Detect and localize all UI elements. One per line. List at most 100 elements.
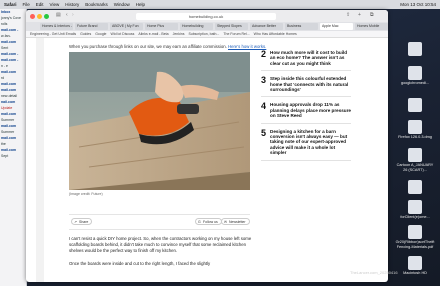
desktop-file-label: Cartoon A_JANUARY 26 (SCART)... bbox=[396, 163, 434, 172]
safari-window: ▤ ‹ › homebuilding.co.uk ⇪ + ⧉ Homes & I… bbox=[26, 10, 388, 282]
bookmark-item[interactable]: Wid lot Discuss bbox=[111, 31, 135, 37]
desktop-file-label: Macintosh HD bbox=[403, 271, 427, 275]
bookmark-item[interactable]: Jenkins bbox=[173, 31, 185, 37]
file-icon bbox=[408, 42, 422, 56]
window-titlebar: ▤ ‹ › homebuilding.co.uk ⇪ + ⧉ bbox=[26, 10, 388, 22]
hero-image bbox=[69, 52, 250, 190]
file-icon bbox=[408, 256, 422, 270]
related-article-title[interactable]: How much more will it cost to build an e… bbox=[270, 50, 351, 66]
page-left-gutter bbox=[36, 38, 44, 282]
image-caption: (Image credit: Future) bbox=[69, 192, 103, 196]
related-article-item[interactable]: 5 Designing a kitchen for a barn conversi… bbox=[261, 127, 351, 161]
related-article-item[interactable]: 2 How much more will it cost to build an … bbox=[261, 49, 351, 72]
menu-help[interactable]: Help bbox=[136, 2, 145, 7]
desktop-file-icon[interactable]: Macintosh HD bbox=[395, 256, 435, 276]
desktop-file-label: forClient(e)ome... bbox=[400, 215, 430, 219]
related-article-number: 4 bbox=[261, 101, 267, 112]
file-icon bbox=[408, 66, 422, 80]
browser-tab[interactable]: Homes & Interiors - Homes bbox=[40, 23, 73, 30]
desktop-file-icon[interactable] bbox=[395, 98, 435, 113]
google-icon: G bbox=[198, 219, 201, 224]
desktop-file-icon[interactable]: forClient(e)ome... bbox=[395, 200, 435, 220]
follow-us-button[interactable]: G Follow us bbox=[195, 218, 222, 225]
file-icon bbox=[408, 200, 422, 214]
related-articles-list: 2 How much more will it cost to build an … bbox=[261, 49, 351, 166]
bookmark-item[interactable]: Google bbox=[95, 31, 106, 37]
share-row: ↗ Share G Follow us ✉ Newsletter bbox=[69, 214, 250, 230]
browser-tab[interactable]: Apple Mac bbox=[320, 23, 353, 30]
menu-file[interactable]: File bbox=[23, 2, 30, 7]
mail-window-partial: Inbox jonny's Cove rolls mail.com - w-fan-ma… bbox=[0, 9, 27, 286]
forward-arrow-icon[interactable]: › bbox=[72, 12, 74, 18]
browser-tab[interactable]: Business bbox=[285, 23, 318, 30]
affiliate-disclaimer: When you purchase through links on our s… bbox=[69, 44, 269, 49]
browser-tab[interactable]: Home Plus bbox=[145, 23, 178, 30]
desktop-file-icon[interactable]: Firefox 126.0.3.dmg bbox=[395, 120, 435, 140]
bookmark-item[interactable]: Subscription, bath... bbox=[188, 31, 219, 37]
desktop-file-label: Firefox 126.0.3.dmg bbox=[398, 135, 432, 139]
desktop-corner-label: TheLancer.com_20250416 bbox=[350, 270, 398, 275]
related-article-number: 5 bbox=[261, 127, 267, 138]
share-button[interactable]: ↗ Share bbox=[71, 218, 93, 225]
article-body: I can't resist a quick DIY home project.… bbox=[69, 236, 254, 267]
newsletter-button[interactable]: ✉ Newsletter bbox=[221, 218, 250, 225]
sidebar-toggle-icon[interactable]: ▤ bbox=[56, 12, 61, 18]
zoom-window-button[interactable] bbox=[44, 13, 49, 19]
related-article-item[interactable]: 4 Housing approvals drop 11% as planning … bbox=[261, 101, 351, 124]
bookmark-item[interactable]: Alinks e-mail - Beta bbox=[138, 31, 168, 37]
browser-tab[interactable]: Future Brand bbox=[75, 23, 108, 30]
desktop-file-icon[interactable]: Gr20(Ribbon)sortTheift Fencing-Materials… bbox=[395, 225, 435, 249]
browser-tab[interactable]: Advance Better bbox=[250, 23, 283, 30]
menu-bookmarks[interactable]: Bookmarks bbox=[85, 2, 108, 7]
bookmark-item[interactable]: Who Has Affordable Homes bbox=[254, 31, 297, 37]
desktop-file-icon[interactable]: googlchromedi... bbox=[395, 66, 435, 86]
disclaimer-text: When you purchase through links on our s… bbox=[69, 44, 227, 49]
desktop-file-icon[interactable]: Cartoon A_JANUARY 26 (SCART)... bbox=[395, 148, 435, 172]
back-arrow-icon[interactable]: ‹ bbox=[66, 12, 68, 18]
file-icon bbox=[408, 120, 422, 134]
tab-bar: Homes & Interiors - HomesFuture BrandABO… bbox=[26, 22, 388, 31]
related-article-title[interactable]: Step inside this colourful extended home… bbox=[270, 76, 351, 92]
menu-safari[interactable]: Safari bbox=[4, 2, 17, 7]
mail-icon: ✉ bbox=[224, 219, 227, 224]
new-tab-icon[interactable]: + bbox=[358, 12, 361, 18]
browser-tab[interactable]: Stepped Slopes bbox=[215, 23, 248, 30]
browser-tab[interactable]: ABOVE | My Fun bbox=[110, 23, 143, 30]
follow-label: Follow us bbox=[203, 220, 218, 224]
file-icon bbox=[408, 98, 422, 112]
bookmark-item[interactable]: Guides bbox=[80, 31, 91, 37]
share-icon[interactable]: ⇪ bbox=[346, 12, 350, 18]
browser-tab[interactable]: Homebuilding bbox=[180, 23, 213, 30]
menubar-clock: Mon 13 Oct 10:54 bbox=[400, 2, 436, 7]
file-icon bbox=[408, 225, 422, 239]
sander-on-wood-photo bbox=[69, 52, 250, 190]
desktop-file-icon[interactable] bbox=[395, 180, 435, 195]
desktop-file-icon[interactable] bbox=[395, 42, 435, 57]
desktop-file-label: Gr20(Ribbon)sortTheift Fencing-Materials… bbox=[395, 240, 435, 249]
menu-view[interactable]: View bbox=[50, 2, 60, 7]
menu-edit[interactable]: Edit bbox=[36, 2, 44, 7]
address-bar[interactable]: homebuilding.co.uk bbox=[136, 12, 276, 20]
minimize-window-button[interactable] bbox=[37, 13, 42, 19]
share-label: Share bbox=[79, 220, 89, 224]
file-icon bbox=[408, 148, 422, 162]
tab-overview-icon[interactable]: ⧉ bbox=[370, 12, 374, 18]
menu-window[interactable]: Window bbox=[114, 2, 130, 7]
article-paragraph: I can't resist a quick DIY home project.… bbox=[69, 236, 252, 254]
bookmarks-bar: Engineering - Get Unit Emails Guides Googl… bbox=[26, 31, 388, 38]
browser-tab[interactable]: Homes Mobile bbox=[355, 23, 388, 30]
mail-list-row[interactable]: Sept bbox=[0, 153, 26, 159]
article-paragraph: Once the boards were inside and cut to t… bbox=[69, 260, 211, 266]
related-article-item[interactable]: 3 Step inside this colourful extended hom… bbox=[261, 75, 351, 98]
bookmark-item[interactable]: The Forum Rel... bbox=[223, 31, 249, 37]
menu-history[interactable]: History bbox=[65, 2, 79, 7]
related-article-number: 2 bbox=[261, 49, 267, 59]
related-article-number: 3 bbox=[261, 75, 267, 86]
related-article-title[interactable]: Housing approvals drop 11% as planning d… bbox=[270, 102, 351, 118]
bookmark-item[interactable]: Engineering - Get Unit Emails bbox=[30, 31, 76, 37]
related-article-title[interactable]: Designing a kitchen for a barn conversio… bbox=[270, 129, 351, 156]
file-icon bbox=[408, 180, 422, 194]
close-window-button[interactable] bbox=[30, 13, 35, 19]
desktop-file-label: googlchromedi... bbox=[400, 81, 430, 85]
newsletter-label: Newsletter bbox=[229, 220, 246, 224]
